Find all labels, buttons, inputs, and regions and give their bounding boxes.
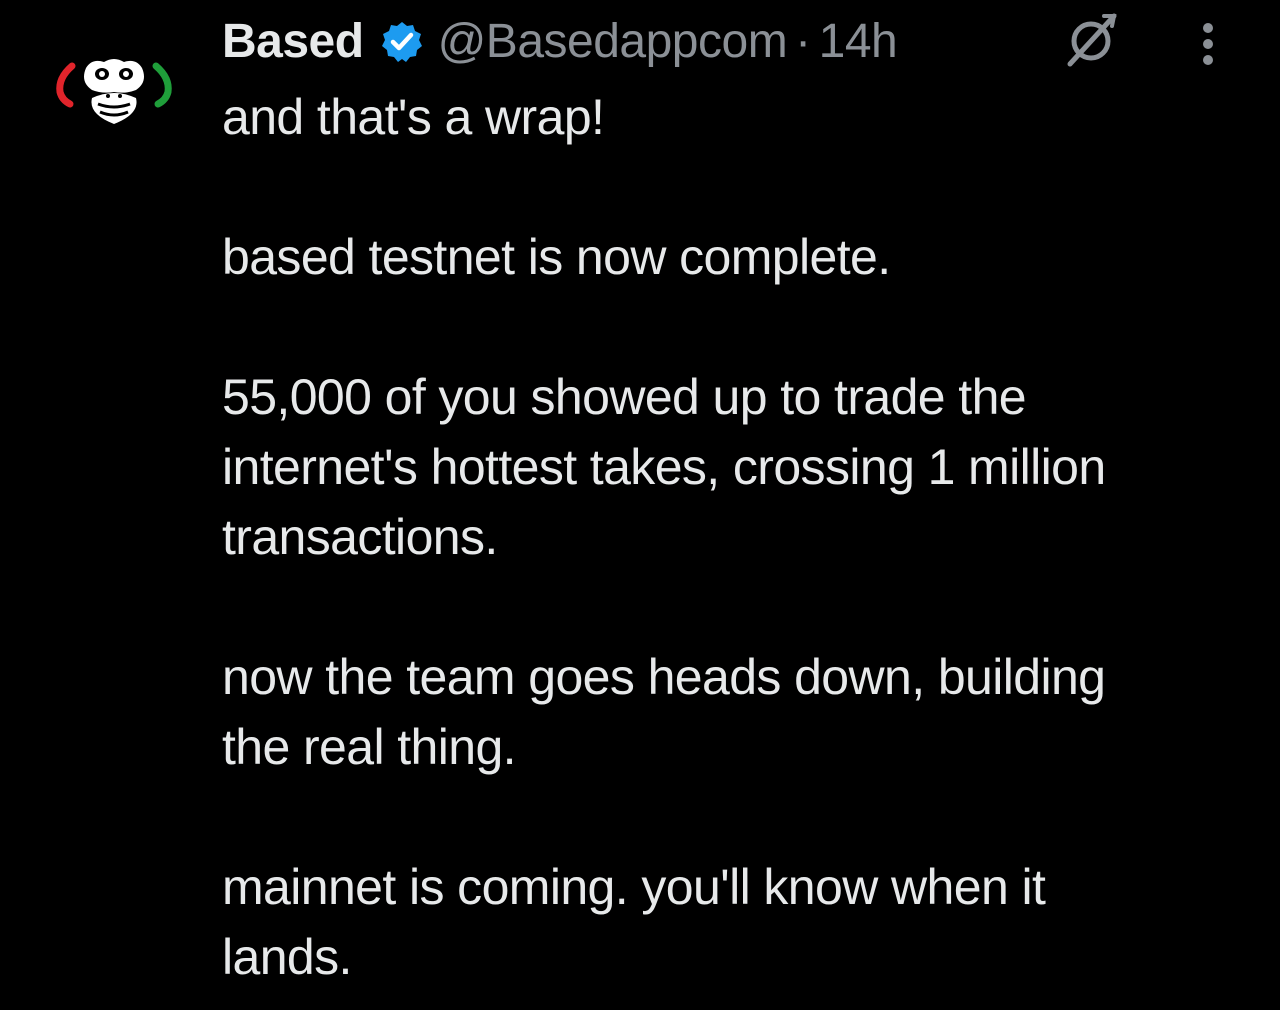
author-handle[interactable]: @Basedappcom [438,14,788,70]
tweet-text: and that's a wrap! based testnet is now … [222,82,1262,992]
tweet-paragraph: 55,000 of you showed up to trade the int… [222,369,1106,565]
monkey-avatar-icon[interactable] [52,52,176,132]
verified-badge-icon[interactable] [380,20,424,64]
tweet-paragraph: mainnet is coming. you'll know when it l… [222,859,1046,985]
grok-icon[interactable] [1060,8,1122,70]
author-display-name[interactable]: Based [222,14,364,70]
tweet-paragraph: now the team goes heads down, building t… [222,649,1106,775]
tweet-paragraph: and that's a wrap! [222,89,605,145]
tweet-header: Based @Basedappcom · 14h [222,14,898,70]
post-timestamp[interactable]: 14h [819,14,898,70]
tweet-paragraph: based testnet is now complete. [222,229,891,285]
more-vertical-icon[interactable] [1190,18,1226,70]
tweet[interactable]: Based @Basedappcom · 14h and that's a wr… [0,0,1280,1010]
header-separator: · [795,15,811,68]
